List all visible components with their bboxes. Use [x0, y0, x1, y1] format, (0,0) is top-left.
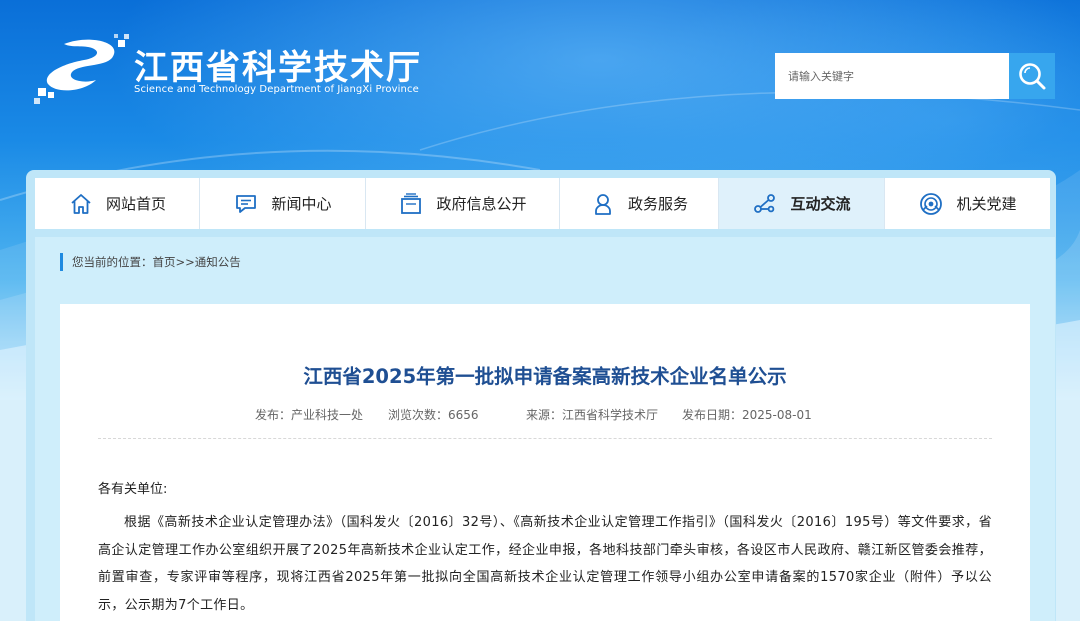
meta-views: 浏览次数：6656 — [388, 408, 479, 422]
search-icon — [1019, 63, 1046, 90]
meta-publisher: 发布：产业科技一处 — [255, 408, 364, 422]
connection-icon — [752, 191, 778, 217]
article-paragraph: 根据《高新技术企业认定管理办法》（国科发火〔2016〕32号）、《高新技术企业认… — [98, 515, 992, 613]
nav-item-label: 政务服务 — [627, 195, 688, 213]
nav-item-interaction[interactable]: 互动交流 — [719, 178, 885, 229]
nav-item-label: 机关党建 — [956, 195, 1017, 213]
main-navigation: 网站首页 新闻中心 政府信息公开 政务服务 互动交流 机关党建 — [35, 178, 1050, 229]
document-stack-icon — [398, 191, 424, 217]
nav-item-label: 互动交流 — [790, 195, 851, 213]
nav-item-label: 政府信息公开 — [436, 195, 527, 213]
chat-bubble-icon — [233, 191, 259, 217]
article-divider — [98, 438, 992, 439]
breadcrumb-current-link[interactable]: 通知公告 — [195, 255, 241, 269]
nav-item-party[interactable]: 机关党建 — [885, 178, 1050, 229]
nav-item-gov-info[interactable]: 政府信息公开 — [366, 178, 560, 229]
nav-item-news[interactable]: 新闻中心 — [200, 178, 366, 229]
breadcrumb-prefix: 您当前的位置： — [72, 255, 153, 269]
site-logo[interactable]: 江西省科学技术厅 Science and Technology Departme… — [34, 34, 420, 106]
search-input[interactable] — [775, 53, 1009, 99]
nav-item-label: 新闻中心 — [271, 195, 332, 213]
breadcrumb: 您当前的位置：首页>>通知公告 — [60, 253, 241, 271]
breadcrumb-home-link[interactable]: 首页 — [153, 255, 176, 269]
article-salutation: 各有关单位: — [98, 482, 168, 497]
nav-item-home[interactable]: 网站首页 — [35, 178, 200, 229]
breadcrumb-separator: >> — [175, 255, 195, 269]
site-title-chinese: 江西省科学技术厅 — [134, 48, 422, 88]
home-icon — [68, 191, 94, 217]
logo-emblem-icon — [34, 34, 129, 104]
article-title: 江西省2025年第一批拟申请备案高新技术企业名单公示 — [303, 365, 787, 388]
nav-item-services[interactable]: 政务服务 — [560, 178, 719, 229]
search-button[interactable] — [1009, 53, 1055, 99]
article-card: 江西省2025年第一批拟申请备案高新技术企业名单公示 发布：产业科技一处 浏览次… — [60, 304, 1030, 621]
meta-date: 发布日期：2025-08-01 — [682, 408, 812, 422]
search-box — [775, 53, 1055, 99]
meta-source: 来源：江西省科学技术厅 — [526, 408, 659, 422]
site-title-english: Science and Technology Department of Jia… — [134, 84, 419, 95]
nav-item-label: 网站首页 — [105, 195, 166, 213]
emblem-icon — [918, 191, 944, 217]
person-icon — [590, 191, 616, 217]
